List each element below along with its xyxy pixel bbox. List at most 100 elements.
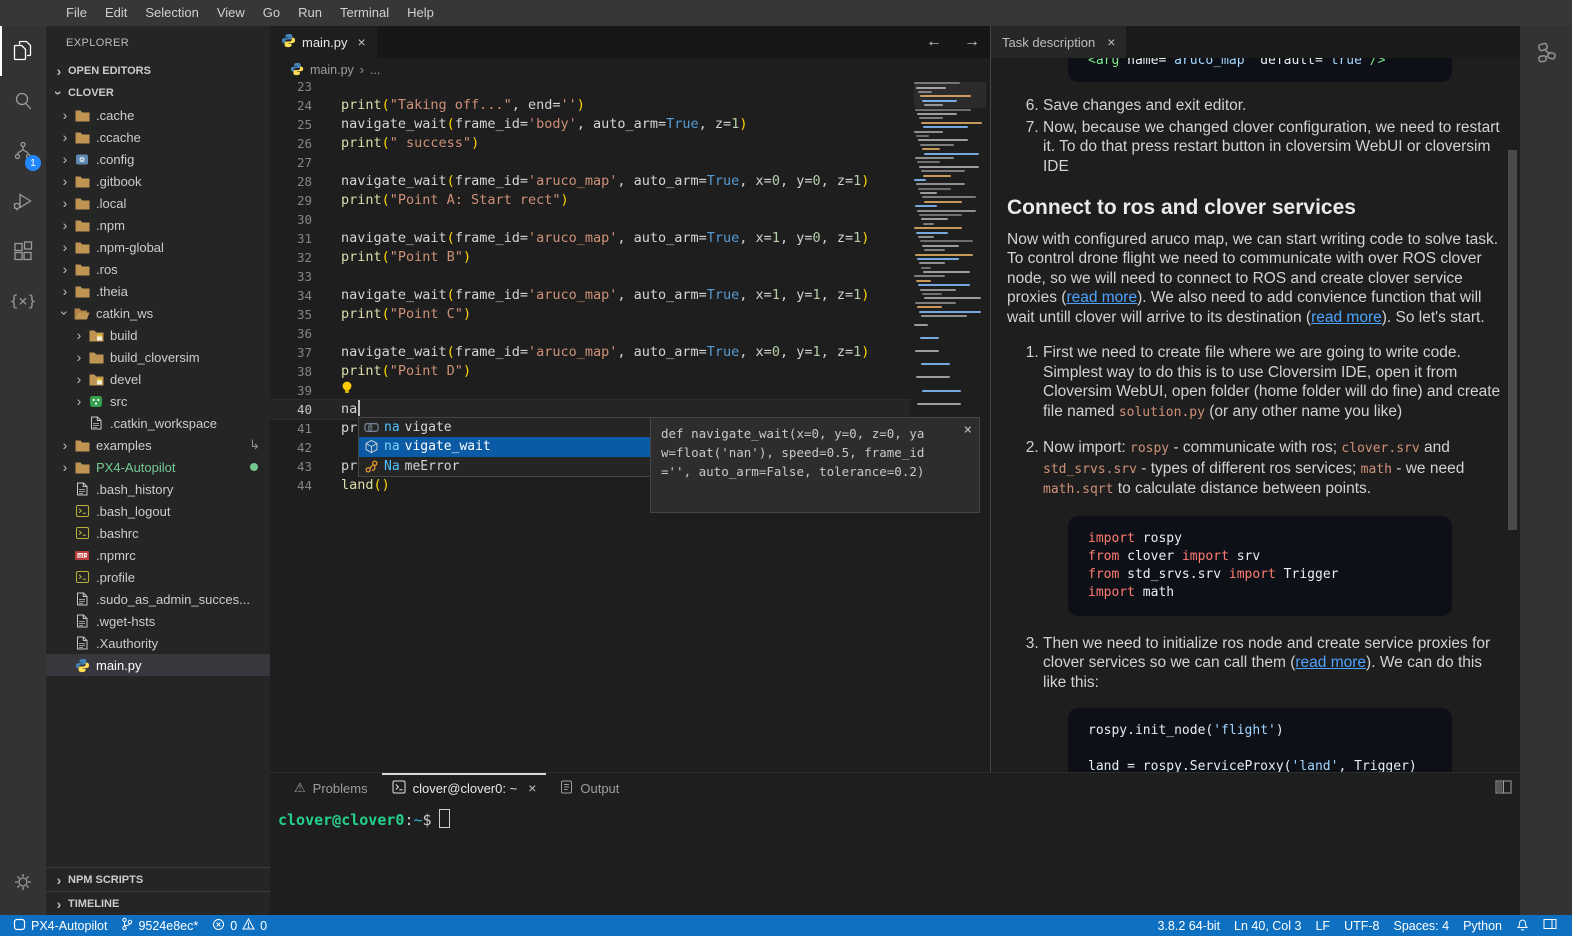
panel-tab-clover-clover0[interactable]: clover@clover0: ~× — [382, 773, 547, 803]
node-graph-icon[interactable] — [1533, 40, 1559, 71]
status-item-lf[interactable]: LF — [1308, 915, 1337, 936]
scrollbar[interactable] — [1508, 150, 1517, 530]
tree-item-bashrc[interactable]: ›.bashrc — [46, 522, 270, 544]
list-item: Now import: rospy - communicate with ros… — [1043, 438, 1506, 616]
menu-item-terminal[interactable]: Terminal — [331, 0, 398, 26]
menu-item-run[interactable]: Run — [289, 0, 331, 26]
tree-item-label: .Xauthority — [96, 636, 158, 651]
tree-item-px4-autopilot[interactable]: ›PX4-Autopilot — [46, 456, 270, 478]
menu-item-go[interactable]: Go — [254, 0, 289, 26]
tree-item-profile[interactable]: ›.profile — [46, 566, 270, 588]
breadcrumb[interactable]: main.py › ... — [270, 58, 990, 82]
snippets-icon[interactable]: {×} — [0, 276, 46, 326]
tab-main-py[interactable]: main.py × — [270, 26, 377, 58]
status-item-bell[interactable] — [1509, 915, 1536, 936]
code-block: import rospyfrom clover import srvfrom s… — [1068, 516, 1452, 616]
close-icon[interactable]: × — [358, 34, 366, 50]
nav-forward-arrow-icon[interactable]: → — [964, 33, 980, 51]
tree-item-catkin-workspace[interactable]: ›.catkin_workspace — [46, 412, 270, 434]
minimap-line — [923, 126, 968, 128]
tree-item-label: .config — [96, 152, 134, 167]
menu-item-view[interactable]: View — [208, 0, 254, 26]
settings-gear-icon[interactable] — [0, 857, 46, 907]
source-control-icon[interactable]: 1 — [0, 126, 46, 176]
minimap-line — [915, 205, 937, 207]
output-icon — [560, 780, 573, 794]
panel-tab-problems[interactable]: ⚠Problems — [284, 773, 378, 803]
close-icon[interactable]: × — [1107, 34, 1115, 50]
status-item-spaces-4[interactable]: Spaces: 4 — [1386, 915, 1456, 936]
line-number: 24 — [270, 96, 312, 115]
suggestion-nameerror[interactable]: NameError — [359, 457, 651, 476]
menu-item-help[interactable]: Help — [398, 0, 443, 26]
status-item-python[interactable]: Python — [1456, 915, 1509, 936]
terminal[interactable]: clover@clover0:~$ — [278, 809, 450, 829]
status-item-layout[interactable] — [1536, 915, 1564, 936]
code-block: rospy.init_node('flight') land = rospy.S… — [1068, 708, 1452, 772]
minimap-line — [918, 188, 951, 190]
tree-item-cache[interactable]: ›.cache — [46, 104, 270, 126]
tree-item-catkin-ws[interactable]: ›catkin_ws — [46, 302, 270, 324]
tree-item-main-py[interactable]: ›main.py — [46, 654, 270, 676]
tree-item-ros[interactable]: ›.ros — [46, 258, 270, 280]
status-item-ln-40-col-3[interactable]: Ln 40, Col 3 — [1227, 915, 1308, 936]
bottom-panel: ⚠Problemsclover@clover0: ~×Output clover… — [270, 772, 1520, 915]
menu-item-edit[interactable]: Edit — [96, 0, 136, 26]
search-icon[interactable] — [0, 76, 46, 126]
chevron-right-icon: › — [58, 218, 72, 232]
explorer-sidebar: EXPLORER › OPEN EDITORS › CLOVER ›.cache… — [46, 26, 270, 915]
terminal-cursor — [439, 809, 450, 828]
tree-item-npm[interactable]: ›.npm — [46, 214, 270, 236]
tree-item-local[interactable]: ›.local — [46, 192, 270, 214]
split-panel-icon[interactable] — [1495, 780, 1512, 799]
tree-item-build-cloversim[interactable]: ›build_cloversim — [46, 346, 270, 368]
tree-item-devel[interactable]: ›devel — [46, 368, 270, 390]
minimap-line — [922, 148, 940, 150]
tree-item-theia[interactable]: ›.theia — [46, 280, 270, 302]
extensions-icon[interactable] — [0, 226, 46, 276]
minimap-line — [914, 275, 945, 277]
nav-back-arrow-icon[interactable]: ← — [926, 33, 942, 51]
tree-item-build[interactable]: ›build — [46, 324, 270, 346]
workspace-root-section[interactable]: › CLOVER — [46, 82, 270, 104]
tree-item-bash-logout[interactable]: ›.bash_logout — [46, 500, 270, 522]
timeline-section[interactable]: › TIMELINE — [46, 891, 270, 915]
read-more-link[interactable]: read more — [1311, 309, 1382, 326]
suggestion-navigate-wait[interactable]: navigate_wait — [359, 437, 651, 456]
tree-item-sudo-as-admin-succes[interactable]: ›.sudo_as_admin_succes... — [46, 588, 270, 610]
panel-tab-output[interactable]: Output — [550, 773, 629, 803]
tree-item-gitbook[interactable]: ›.gitbook — [46, 170, 270, 192]
status-item-0[interactable]: 00 — [205, 915, 274, 936]
read-more-link[interactable]: read more — [1295, 654, 1366, 671]
status-item-3-8-2-64-bit[interactable]: 3.8.2 64-bit — [1151, 915, 1228, 936]
close-icon[interactable]: × — [964, 421, 972, 440]
minimap-line — [918, 139, 968, 141]
breadcrumb-file: main.py — [310, 63, 354, 77]
chevron-right-icon: › — [58, 240, 72, 254]
tab-task-description[interactable]: Task description × — [991, 26, 1126, 58]
npm-scripts-section[interactable]: › NPM SCRIPTS — [46, 867, 270, 891]
tree-item-src[interactable]: ›src — [46, 390, 270, 412]
tree-item-npmrc[interactable]: ›.npmrc — [46, 544, 270, 566]
status-item-9524e8ec[interactable]: 9524e8ec* — [114, 915, 205, 936]
open-editors-section[interactable]: › OPEN EDITORS — [46, 60, 270, 82]
menu-item-selection[interactable]: Selection — [136, 0, 207, 26]
menu-item-file[interactable]: File — [57, 0, 96, 26]
tree-item-examples[interactable]: ›examples↳ — [46, 434, 270, 456]
tree-item-wget-hsts[interactable]: ›.wget-hsts — [46, 610, 270, 632]
status-item-px4-autopilot[interactable]: PX4-Autopilot — [6, 915, 114, 936]
run-debug-icon[interactable] — [0, 176, 46, 226]
minimap[interactable] — [914, 34, 986, 768]
tree-item-xauthority[interactable]: ›.Xauthority — [46, 632, 270, 654]
explorer-icon[interactable] — [0, 26, 46, 76]
tree-item-bash-history[interactable]: ›.bash_history — [46, 478, 270, 500]
close-icon[interactable]: × — [528, 780, 536, 796]
tree-item-npm-global[interactable]: ›.npm-global — [46, 236, 270, 258]
suggestion-navigate[interactable]: @navigate — [359, 418, 651, 437]
tree-item-ccache[interactable]: ›.ccache — [46, 126, 270, 148]
terminal-icon — [392, 780, 406, 794]
read-more-link[interactable]: read more — [1066, 289, 1137, 306]
tree-item-config[interactable]: ›.config — [46, 148, 270, 170]
lightbulb-icon[interactable] — [341, 381, 353, 402]
status-item-utf-8[interactable]: UTF-8 — [1337, 915, 1386, 936]
